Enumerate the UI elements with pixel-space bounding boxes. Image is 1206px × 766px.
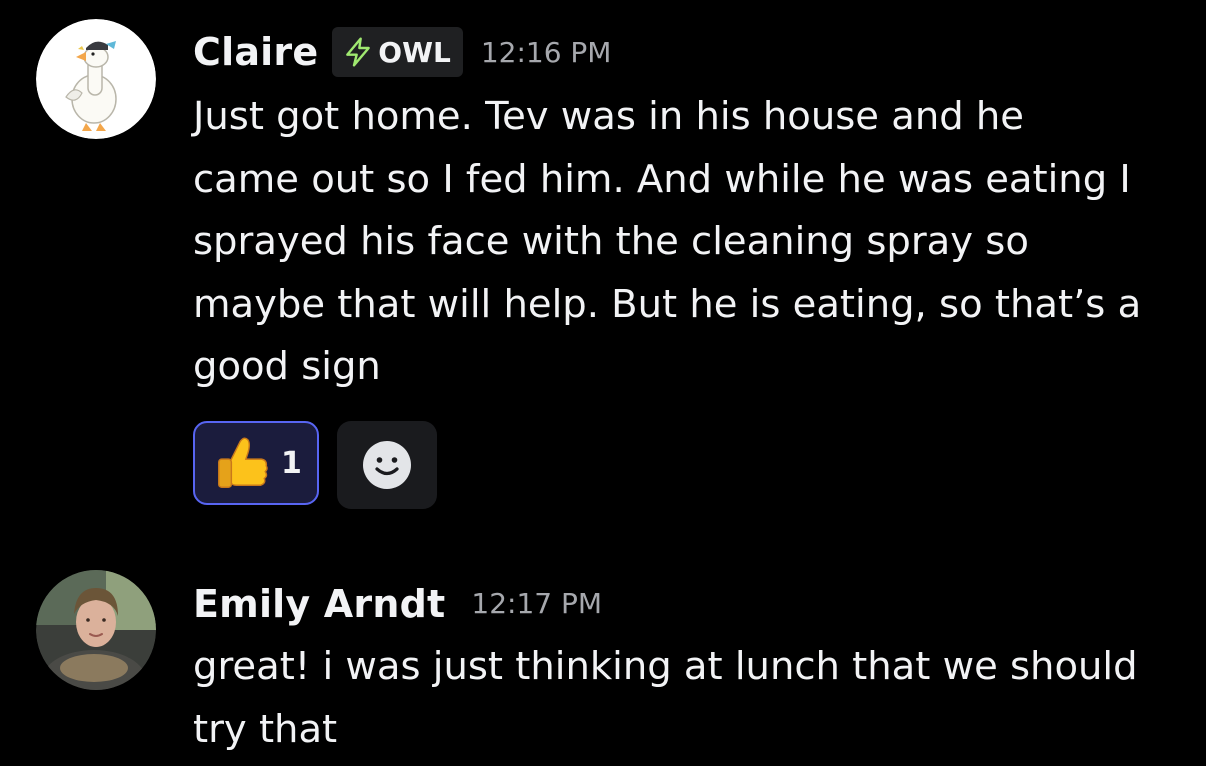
- timestamp[interactable]: 12:17 PM: [471, 587, 602, 620]
- thumbs-up-emoji: [218, 437, 268, 488]
- user-photo-avatar: [36, 570, 156, 690]
- add-reaction-button[interactable]: [337, 421, 437, 509]
- tag-label: OWL: [378, 35, 451, 69]
- lightning-bolt-icon: [346, 37, 371, 67]
- message-line: maybe that will help. But he is eating, …: [193, 282, 1142, 327]
- smiley-face-icon: [363, 441, 411, 489]
- reaction-count: 1: [281, 445, 302, 481]
- avatar-claire[interactable]: [36, 19, 156, 139]
- message-header-emily: Emily Arndt 12:17 PM: [193, 576, 602, 631]
- message-line: sprayed his face with the cleaning spray…: [193, 219, 1029, 264]
- username[interactable]: Emily Arndt: [193, 582, 445, 626]
- server-tag[interactable]: OWL: [332, 27, 463, 77]
- message-line: Just got home. Tev was in his house and …: [193, 94, 1024, 139]
- username[interactable]: Claire: [193, 30, 318, 74]
- white-goose-avatar: [36, 19, 156, 139]
- reaction-thumbs-up[interactable]: 1: [193, 421, 319, 505]
- timestamp[interactable]: 12:16 PM: [481, 36, 612, 69]
- avatar-emily-arndt[interactable]: [36, 570, 156, 690]
- message-line: great! i was just thinking at lunch that…: [193, 644, 1138, 689]
- message-header-claire: Claire OWL 12:16 PM: [193, 27, 611, 77]
- message-line: good sign: [193, 344, 381, 389]
- message-line: try that: [193, 707, 338, 752]
- message-line: came out so I fed him. And while he was …: [193, 157, 1131, 202]
